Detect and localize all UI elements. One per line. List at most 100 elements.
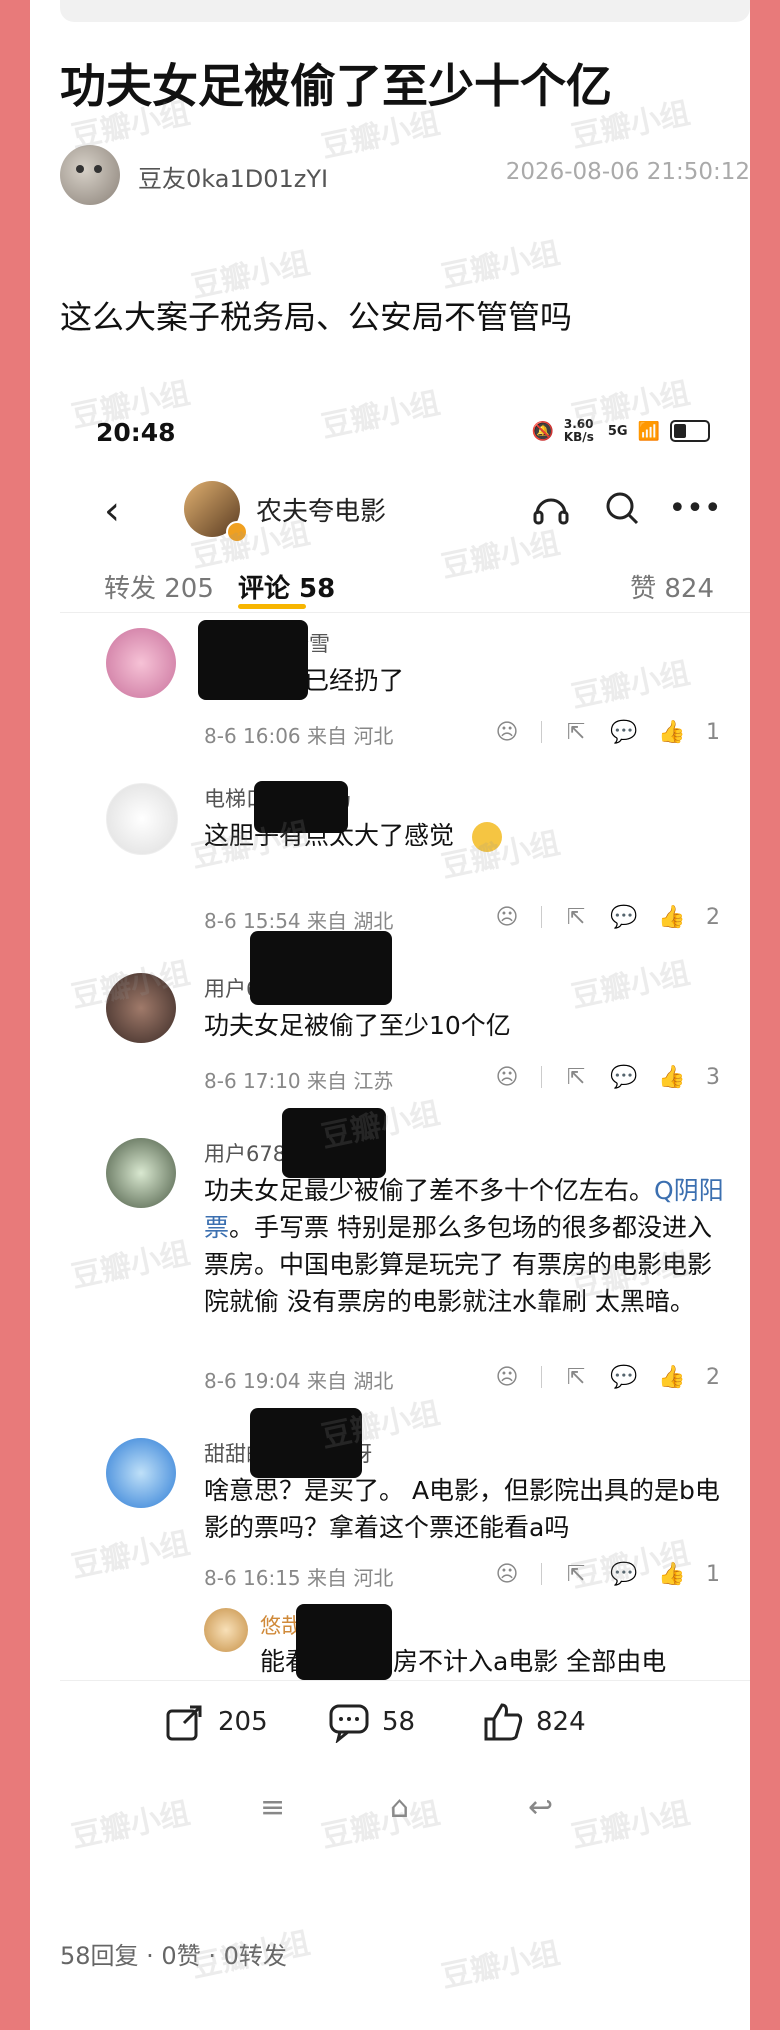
commenter-avatar[interactable]: [106, 1438, 176, 1508]
watermark: 豆瓣小组: [438, 235, 564, 296]
redaction: [296, 1604, 392, 1680]
comment-meta: 8-6 19:04 来自 湖北: [204, 1369, 394, 1393]
reply-icon[interactable]: 💬: [610, 903, 638, 931]
system-nav-bar: ≡ ⌂ ↩: [60, 1780, 750, 1840]
net-speed: 3.60 KB/s: [563, 417, 594, 444]
share-icon[interactable]: ⇱: [562, 1063, 590, 1091]
commenter-avatar[interactable]: [106, 783, 178, 855]
comment-text: 功夫女足被偷了至少10个亿: [204, 1011, 511, 1040]
back-nav-icon[interactable]: ↩: [528, 1790, 553, 1825]
account-name[interactable]: 农夫夸电影: [256, 491, 386, 528]
like-icon[interactable]: 👍: [658, 1063, 686, 1091]
comment-actions: ☹ ⇱ 💬 👍 2: [493, 1363, 720, 1391]
home-icon[interactable]: ⌂: [390, 1790, 409, 1825]
thumbs-up-icon: [484, 1703, 523, 1741]
comment-button[interactable]: 58: [328, 1701, 415, 1743]
emoji-icon: [471, 822, 502, 852]
battery-icon: [670, 420, 710, 442]
menu-icon[interactable]: ≡: [260, 1790, 285, 1825]
commenter-avatar[interactable]: [106, 628, 176, 698]
dislike-icon[interactable]: ☹: [493, 903, 521, 931]
dislike-icon[interactable]: ☹: [493, 1063, 521, 1091]
like-icon[interactable]: 👍: [658, 1363, 686, 1391]
bottom-action-bar: 205 58 824: [60, 1680, 750, 1761]
commenter-avatar[interactable]: [106, 973, 176, 1043]
like-count: 2: [706, 904, 720, 930]
repost-icon: [166, 1705, 202, 1741]
author-row: 豆友0ka1D01zYI 2026-08-06 21:50:12: [60, 145, 750, 205]
like-icon[interactable]: 👍: [658, 903, 686, 931]
like-button[interactable]: 824: [482, 1701, 586, 1743]
dislike-icon[interactable]: ☹: [493, 718, 521, 746]
reply-item: 悠哉哉豆豆 能看 但是票房不计入a电影 全部由电: [204, 1604, 724, 1680]
comment-item: 用户6783408610 功夫女足最少被偷了差不多十个亿左右。Q阴阳票。手写票 …: [60, 1108, 750, 1400]
tab-underline: [238, 604, 306, 609]
reply-icon[interactable]: 💬: [610, 1363, 638, 1391]
commenter-avatar[interactable]: [106, 1138, 176, 1208]
post-body: 这么大案子税务局、公安局不管管吗: [60, 298, 573, 336]
comment-actions: ☹ ⇱ 💬 👍 2: [493, 903, 720, 931]
comment-item: 不见彩不盼雪 看完了票已经扔了 8-6 16:06 来自 河北 ☹ ⇱ 💬 👍 …: [60, 620, 750, 770]
tab-bar: 转发 205 评论 58 赞 824: [60, 560, 750, 610]
comment-item: 用户6508084345 功夫女足被偷了至少10个亿 8-6 17:10 来自 …: [60, 931, 750, 1115]
like-icon[interactable]: 👍: [658, 1560, 686, 1588]
signal: 5G: [607, 423, 628, 439]
watermark: 豆瓣小组: [438, 1935, 564, 1996]
redaction: [250, 931, 392, 1005]
back-icon[interactable]: ‹: [104, 491, 120, 531]
author-name[interactable]: 豆友0ka1D01zYI: [138, 159, 328, 194]
reply-avatar[interactable]: [204, 1608, 248, 1652]
repost-button[interactable]: 205: [164, 1701, 268, 1743]
like-count: 1: [706, 1561, 720, 1587]
comment-actions: ☹ ⇱ 💬 👍 1: [493, 1560, 720, 1588]
post-title: 功夫女足被偷了至少十个亿: [60, 59, 612, 113]
post-stats: 58回复 · 0赞 · 0转发: [60, 1942, 287, 1970]
reply-icon[interactable]: 💬: [610, 718, 638, 746]
redaction: [282, 1108, 386, 1178]
redaction: [254, 781, 348, 833]
listen-icon[interactable]: [528, 485, 574, 531]
post-time: 2026-08-06 21:50:12: [505, 159, 750, 185]
comment-meta: 8-6 16:15 来自 河北: [204, 1566, 394, 1590]
share-icon[interactable]: ⇱: [562, 1363, 590, 1391]
reply-icon[interactable]: 💬: [610, 1560, 638, 1588]
like-count: 3: [706, 1064, 720, 1090]
reply-icon[interactable]: 💬: [610, 1063, 638, 1091]
mute-icon: 🔕: [531, 420, 554, 442]
comment-text-part: 功夫女足最少被偷了差不多十个亿左右。: [204, 1176, 655, 1205]
status-icons: 🔕 3.60 KB/s 5G 📶: [531, 418, 710, 444]
share-icon[interactable]: ⇱: [562, 903, 590, 931]
comment-actions: ☹ ⇱ 💬 👍 3: [493, 1063, 720, 1091]
comment-text: 功夫女足最少被偷了差不多十个亿左右。Q阴阳票。手写票 特别是那么多包场的很多都没…: [204, 1172, 724, 1320]
status-time: 20:48: [96, 418, 176, 447]
share-icon[interactable]: ⇱: [562, 718, 590, 746]
dislike-icon[interactable]: ☹: [493, 1560, 521, 1588]
like-count: 1: [706, 719, 720, 745]
redaction: [250, 1408, 362, 1478]
more-icon[interactable]: •••: [668, 485, 721, 531]
comment-icon: [329, 1704, 369, 1743]
comment-text: 啥意思？是买了。 A电影，但影院出具的是b电影的票吗？拿着这个票还能看a吗: [204, 1476, 720, 1542]
post-page: 功夫女足被偷了至少十个亿 豆友0ka1D01zYI 2026-08-06 21:…: [30, 0, 750, 2030]
share-icon[interactable]: ⇱: [562, 1560, 590, 1588]
tab-likes[interactable]: 赞 824: [630, 568, 714, 605]
top-bar: [60, 0, 750, 22]
like-count: 2: [706, 1364, 720, 1390]
nav-bar: ‹ 农夫夸电影 •••: [60, 475, 750, 545]
author-avatar[interactable]: [60, 145, 120, 205]
comment-meta: 8-6 17:10 来自 江苏: [204, 1069, 394, 1093]
comment-meta: 8-6 16:06 来自 河北: [204, 724, 394, 748]
repost-count: 205: [218, 1707, 268, 1737]
comment-actions: ☹ ⇱ 💬 👍 1: [493, 718, 720, 746]
comment-meta: 8-6 15:54 来自 湖北: [204, 909, 394, 933]
like-icon[interactable]: 👍: [658, 718, 686, 746]
search-icon[interactable]: [600, 485, 646, 531]
tab-comments[interactable]: 评论 58: [238, 568, 335, 605]
comment-item: 电梯口的老奶奶 这胆子有点太大了感觉 8-6 15:54 来自 湖北 ☹ ⇱ 💬…: [60, 775, 750, 933]
verified-badge-icon: [226, 521, 248, 543]
dislike-icon[interactable]: ☹: [493, 1363, 521, 1391]
tab-repost[interactable]: 转发 205: [104, 568, 214, 605]
wifi-icon: 📶: [637, 420, 660, 442]
embedded-screenshot: 20:48 🔕 3.60 KB/s 5G 📶 ‹ 农夫夸电影 ••• 转发 20…: [60, 390, 750, 1840]
comment-count: 58: [382, 1707, 416, 1737]
